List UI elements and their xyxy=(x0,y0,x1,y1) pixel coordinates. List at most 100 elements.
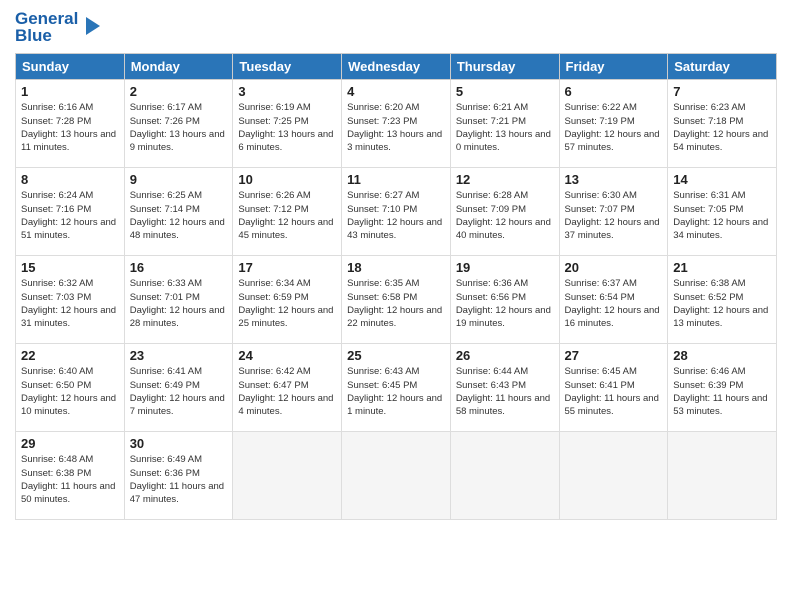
day-detail: Sunset: 6:45 PM xyxy=(347,380,417,391)
day-info: Sunrise: 6:27 AMSunset: 7:10 PMDaylight:… xyxy=(347,189,445,242)
day-detail: Daylight: 12 hours and 40 minutes. xyxy=(456,217,551,241)
day-detail: Daylight: 13 hours and 3 minutes. xyxy=(347,129,442,153)
day-info: Sunrise: 6:33 AMSunset: 7:01 PMDaylight:… xyxy=(130,277,228,330)
day-detail: Sunset: 6:58 PM xyxy=(347,292,417,303)
day-detail: Daylight: 12 hours and 25 minutes. xyxy=(238,305,333,329)
day-detail: Sunset: 6:39 PM xyxy=(673,380,743,391)
day-detail: Sunset: 7:05 PM xyxy=(673,204,743,215)
day-detail: Daylight: 12 hours and 10 minutes. xyxy=(21,393,116,417)
day-info: Sunrise: 6:49 AMSunset: 6:36 PMDaylight:… xyxy=(130,453,228,506)
day-detail: Daylight: 12 hours and 34 minutes. xyxy=(673,217,768,241)
table-row: 25Sunrise: 6:43 AMSunset: 6:45 PMDayligh… xyxy=(342,344,451,432)
day-detail: Sunset: 6:36 PM xyxy=(130,468,200,479)
day-detail: Sunrise: 6:31 AM xyxy=(673,190,745,201)
day-number: 22 xyxy=(21,348,119,363)
table-row: 19 Sunrise: 6:36 AM Sunset: 6:56 PM Dayligh… xyxy=(450,256,559,344)
day-detail: Sunrise: 6:40 AM xyxy=(21,366,93,377)
day-number: 10 xyxy=(238,172,336,187)
day-detail: Daylight: 12 hours and 48 minutes. xyxy=(130,217,225,241)
table-row: 28Sunrise: 6:46 AMSunset: 6:39 PMDayligh… xyxy=(668,344,777,432)
table-row xyxy=(233,432,342,520)
day-detail: Daylight: 13 hours and 6 minutes. xyxy=(238,129,333,153)
day-detail: Sunrise: 6:45 AM xyxy=(565,366,637,377)
table-row: 11 Sunrise: 6:27 AMSunset: 7:10 PMDayligh… xyxy=(342,168,451,256)
day-info: Sunrise: 6:43 AMSunset: 6:45 PMDaylight:… xyxy=(347,365,445,418)
calendar-header-row: Sunday Monday Tuesday Wednesday Thursday… xyxy=(16,54,777,80)
table-row: 29Sunrise: 6:48 AMSunset: 6:38 PMDayligh… xyxy=(16,432,125,520)
day-detail: Sunset: 7:01 PM xyxy=(130,292,200,303)
table-row: 14 Sunrise: 6:31 AM Sunset: 7:05 PM Dayligh… xyxy=(668,168,777,256)
day-detail: Daylight: 12 hours and 13 minutes. xyxy=(673,305,768,329)
day-detail: Daylight: 12 hours and 43 minutes. xyxy=(347,217,442,241)
day-info: Sunrise: 6:46 AM Sunset: 6:39 PM Daylight:… xyxy=(673,365,771,418)
logo-inner: General Blue xyxy=(15,10,102,45)
day-detail: Sunrise: 6:48 AM xyxy=(21,454,93,465)
day-number: 15 xyxy=(21,260,119,275)
day-detail: Sunset: 7:25 PM xyxy=(238,116,308,127)
day-detail: Daylight: 11 hours and 53 minutes. xyxy=(673,393,767,417)
day-info: Sunrise: 6:44 AMSunset: 6:43 PMDaylight:… xyxy=(456,365,554,418)
day-info: Sunrise: 6:22 AMSunset: 7:19 PMDaylight:… xyxy=(565,101,663,154)
col-friday: Friday xyxy=(559,54,668,80)
day-detail: Sunset: 6:54 PM xyxy=(565,292,635,303)
day-detail: Sunrise: 6:19 AM xyxy=(238,102,310,113)
day-number: 19 xyxy=(456,260,554,275)
day-info: Sunrise: 6:32 AMSunset: 7:03 PMDaylight:… xyxy=(21,277,119,330)
day-info: Sunrise: 6:37 AMSunset: 6:54 PMDaylight:… xyxy=(565,277,663,330)
day-number: 29 xyxy=(21,436,119,451)
day-info: Sunrise: 6:20 AMSunset: 7:23 PMDaylight:… xyxy=(347,101,445,154)
day-detail: Daylight: 11 hours and 50 minutes. xyxy=(21,481,115,505)
day-detail: Daylight: 12 hours and 19 minutes. xyxy=(456,305,551,329)
day-detail: Sunrise: 6:23 AM xyxy=(673,102,745,113)
day-detail: Sunset: 6:47 PM xyxy=(238,380,308,391)
table-row: 27Sunrise: 6:45 AMSunset: 6:41 PMDayligh… xyxy=(559,344,668,432)
table-row xyxy=(668,432,777,520)
table-row xyxy=(559,432,668,520)
day-detail: Sunrise: 6:41 AM xyxy=(130,366,202,377)
table-row: 23Sunrise: 6:41 AMSunset: 6:49 PMDayligh… xyxy=(124,344,233,432)
day-number: 27 xyxy=(565,348,663,363)
day-detail: Sunset: 6:59 PM xyxy=(238,292,308,303)
day-info: Sunrise: 6:41 AMSunset: 6:49 PMDaylight:… xyxy=(130,365,228,418)
day-detail: Sunset: 6:56 PM xyxy=(456,292,526,303)
day-info: Sunrise: 6:24 AMSunset: 7:16 PMDaylight:… xyxy=(21,189,119,242)
day-detail: Sunrise: 6:46 AM xyxy=(673,366,745,377)
day-number: 13 xyxy=(565,172,663,187)
day-detail: Sunset: 7:21 PM xyxy=(456,116,526,127)
table-row: 3 Sunrise: 6:19 AM Sunset: 7:25 PM Daylight… xyxy=(233,80,342,168)
day-info: Sunrise: 6:40 AM Sunset: 6:50 PM Daylight:… xyxy=(21,365,119,418)
day-detail: Sunrise: 6:17 AM xyxy=(130,102,202,113)
calendar-week-row: 22 Sunrise: 6:40 AM Sunset: 6:50 PM Dayligh… xyxy=(16,344,777,432)
day-detail: Sunset: 6:50 PM xyxy=(21,380,91,391)
day-number: 3 xyxy=(238,84,336,99)
day-number: 1 xyxy=(21,84,119,99)
main-container: General Blue Sunday Monday Tuesday Wedne… xyxy=(0,0,792,612)
day-detail: Sunset: 6:49 PM xyxy=(130,380,200,391)
day-detail: Daylight: 11 hours and 55 minutes. xyxy=(565,393,659,417)
day-detail: Sunset: 7:14 PM xyxy=(130,204,200,215)
day-detail: Sunrise: 6:22 AM xyxy=(565,102,637,113)
day-detail: Sunrise: 6:26 AM xyxy=(238,190,310,201)
day-detail: Sunrise: 6:32 AM xyxy=(21,278,93,289)
day-detail: Daylight: 13 hours and 9 minutes. xyxy=(130,129,225,153)
day-info: Sunrise: 6:36 AM Sunset: 6:56 PM Daylight:… xyxy=(456,277,554,330)
table-row: 20Sunrise: 6:37 AMSunset: 6:54 PMDayligh… xyxy=(559,256,668,344)
day-detail: Sunset: 6:52 PM xyxy=(673,292,743,303)
day-detail: Daylight: 12 hours and 31 minutes. xyxy=(21,305,116,329)
day-detail: Sunrise: 6:27 AM xyxy=(347,190,419,201)
day-detail: Sunrise: 6:36 AM xyxy=(456,278,528,289)
day-number: 17 xyxy=(238,260,336,275)
calendar-table: Sunday Monday Tuesday Wednesday Thursday… xyxy=(15,53,777,520)
day-detail: Daylight: 11 hours and 47 minutes. xyxy=(130,481,224,505)
day-number: 4 xyxy=(347,84,445,99)
day-number: 11 xyxy=(347,172,445,187)
day-number: 14 xyxy=(673,172,771,187)
day-detail: Daylight: 12 hours and 16 minutes. xyxy=(565,305,660,329)
logo-arrow-icon xyxy=(80,15,102,37)
day-number: 9 xyxy=(130,172,228,187)
col-monday: Monday xyxy=(124,54,233,80)
day-number: 2 xyxy=(130,84,228,99)
day-number: 30 xyxy=(130,436,228,451)
table-row: 10Sunrise: 6:26 AMSunset: 7:12 PMDayligh… xyxy=(233,168,342,256)
day-detail: Sunset: 7:12 PM xyxy=(238,204,308,215)
